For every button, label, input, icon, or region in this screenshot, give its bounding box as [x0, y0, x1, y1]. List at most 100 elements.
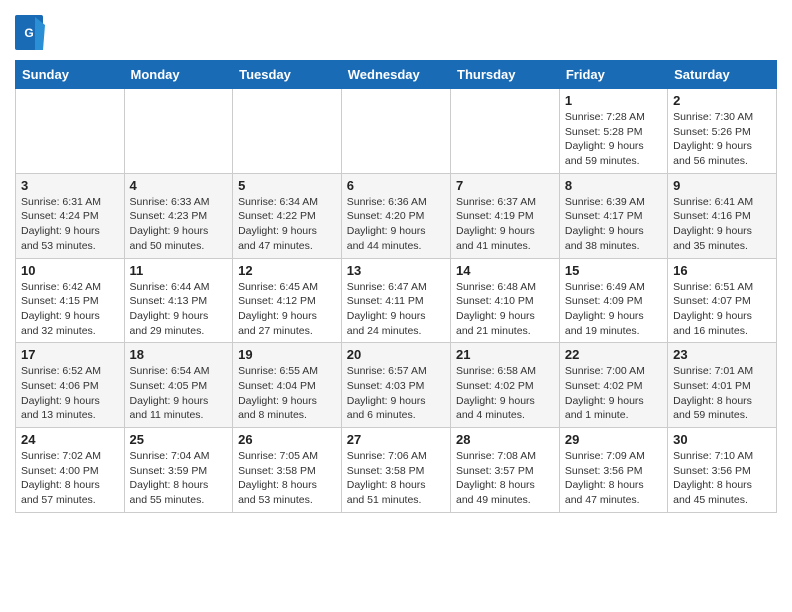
calendar-cell: 20 Sunrise: 6:57 AM Sunset: 4:03 PM Dayli… — [341, 343, 450, 428]
day-number: 22 — [565, 347, 662, 362]
day-info: Sunrise: 6:55 AM Sunset: 4:04 PM Dayligh… — [238, 364, 336, 423]
weekday-header-sunday: Sunday — [16, 61, 125, 89]
calendar-cell — [16, 89, 125, 174]
calendar-cell: 26 Sunrise: 7:05 AM Sunset: 3:58 PM Dayli… — [233, 428, 342, 513]
day-info: Sunrise: 6:34 AM Sunset: 4:22 PM Dayligh… — [238, 195, 336, 254]
calendar-cell: 29Sunrise: 7:09 AM Sunset: 3:56 PM Dayli… — [559, 428, 667, 513]
day-number: 26 — [238, 432, 336, 447]
calendar-cell: 27 Sunrise: 7:06 AM Sunset: 3:58 PM Dayli… — [341, 428, 450, 513]
calendar-cell: 13 Sunrise: 6:47 AM Sunset: 4:11 PM Dayli… — [341, 258, 450, 343]
day-number: 5 — [238, 178, 336, 193]
day-number: 8 — [565, 178, 662, 193]
calendar-cell: 28 Sunrise: 7:08 AM Sunset: 3:57 PM Dayli… — [451, 428, 560, 513]
calendar-cell: 14 Sunrise: 6:48 AM Sunset: 4:10 PM Dayli… — [451, 258, 560, 343]
calendar-cell: 18 Sunrise: 6:54 AM Sunset: 4:05 PM Dayli… — [124, 343, 233, 428]
calendar-cell — [124, 89, 233, 174]
day-info: Sunrise: 6:51 AM Sunset: 4:07 PM Dayligh… — [673, 280, 771, 339]
day-number: 17 — [21, 347, 119, 362]
day-number: 20 — [347, 347, 445, 362]
weekday-header-row: SundayMondayTuesdayWednesdayThursdayFrid… — [16, 61, 777, 89]
day-info: Sunrise: 7:08 AM Sunset: 3:57 PM Dayligh… — [456, 449, 554, 508]
day-info: Sunrise: 6:41 AM Sunset: 4:16 PM Dayligh… — [673, 195, 771, 254]
calendar-cell: 7 Sunrise: 6:37 AM Sunset: 4:19 PM Daylig… — [451, 173, 560, 258]
day-number: 9 — [673, 178, 771, 193]
day-info: Sunrise: 6:57 AM Sunset: 4:03 PM Dayligh… — [347, 364, 445, 423]
day-number: 4 — [130, 178, 228, 193]
page-header: G — [15, 10, 777, 50]
calendar-cell: 1Sunrise: 7:28 AM Sunset: 5:28 PM Daylig… — [559, 89, 667, 174]
day-info: Sunrise: 7:30 AM Sunset: 5:26 PM Dayligh… — [673, 110, 771, 169]
day-info: Sunrise: 7:28 AM Sunset: 5:28 PM Dayligh… — [565, 110, 662, 169]
day-info: Sunrise: 7:10 AM Sunset: 3:56 PM Dayligh… — [673, 449, 771, 508]
day-info: Sunrise: 7:01 AM Sunset: 4:01 PM Dayligh… — [673, 364, 771, 423]
weekday-header-wednesday: Wednesday — [341, 61, 450, 89]
calendar-cell — [451, 89, 560, 174]
day-number: 24 — [21, 432, 119, 447]
calendar-cell: 16 Sunrise: 6:51 AM Sunset: 4:07 PM Dayli… — [668, 258, 777, 343]
calendar-cell: 24 Sunrise: 7:02 AM Sunset: 4:00 PM Dayli… — [16, 428, 125, 513]
week-row-2: 3Sunrise: 6:31 AM Sunset: 4:24 PM Daylig… — [16, 173, 777, 258]
calendar-cell: 17 Sunrise: 6:52 AM Sunset: 4:06 PM Dayli… — [16, 343, 125, 428]
day-number: 16 — [673, 263, 771, 278]
day-info: Sunrise: 6:31 AM Sunset: 4:24 PM Dayligh… — [21, 195, 119, 254]
calendar-cell: 10Sunrise: 6:42 AM Sunset: 4:15 PM Dayli… — [16, 258, 125, 343]
calendar-cell: 12Sunrise: 6:45 AM Sunset: 4:12 PM Dayli… — [233, 258, 342, 343]
calendar-cell: 6 Sunrise: 6:36 AM Sunset: 4:20 PM Daylig… — [341, 173, 450, 258]
day-info: Sunrise: 6:37 AM Sunset: 4:19 PM Dayligh… — [456, 195, 554, 254]
week-row-1: 1Sunrise: 7:28 AM Sunset: 5:28 PM Daylig… — [16, 89, 777, 174]
day-number: 11 — [130, 263, 228, 278]
day-info: Sunrise: 6:47 AM Sunset: 4:11 PM Dayligh… — [347, 280, 445, 339]
calendar-cell: 5 Sunrise: 6:34 AM Sunset: 4:22 PM Daylig… — [233, 173, 342, 258]
day-number: 6 — [347, 178, 445, 193]
calendar-cell: 21 Sunrise: 6:58 AM Sunset: 4:02 PM Dayli… — [451, 343, 560, 428]
calendar-cell: 8 Sunrise: 6:39 AM Sunset: 4:17 PM Daylig… — [559, 173, 667, 258]
calendar-cell: 30 Sunrise: 7:10 AM Sunset: 3:56 PM Dayli… — [668, 428, 777, 513]
day-info: Sunrise: 6:52 AM Sunset: 4:06 PM Dayligh… — [21, 364, 119, 423]
day-info: Sunrise: 6:33 AM Sunset: 4:23 PM Dayligh… — [130, 195, 228, 254]
svg-text:G: G — [24, 26, 33, 40]
weekday-header-saturday: Saturday — [668, 61, 777, 89]
calendar-cell — [233, 89, 342, 174]
day-number: 13 — [347, 263, 445, 278]
logo: G — [15, 15, 49, 50]
logo-icon: G — [15, 15, 45, 50]
day-info: Sunrise: 6:36 AM Sunset: 4:20 PM Dayligh… — [347, 195, 445, 254]
day-info: Sunrise: 6:45 AM Sunset: 4:12 PM Dayligh… — [238, 280, 336, 339]
weekday-header-tuesday: Tuesday — [233, 61, 342, 89]
day-info: Sunrise: 7:09 AM Sunset: 3:56 PM Dayligh… — [565, 449, 662, 508]
week-row-3: 10Sunrise: 6:42 AM Sunset: 4:15 PM Dayli… — [16, 258, 777, 343]
day-number: 2 — [673, 93, 771, 108]
day-info: Sunrise: 6:44 AM Sunset: 4:13 PM Dayligh… — [130, 280, 228, 339]
day-number: 15 — [565, 263, 662, 278]
calendar-cell: 19 Sunrise: 6:55 AM Sunset: 4:04 PM Dayli… — [233, 343, 342, 428]
weekday-header-thursday: Thursday — [451, 61, 560, 89]
day-info: Sunrise: 7:02 AM Sunset: 4:00 PM Dayligh… — [21, 449, 119, 508]
day-number: 14 — [456, 263, 554, 278]
day-number: 19 — [238, 347, 336, 362]
day-info: Sunrise: 6:54 AM Sunset: 4:05 PM Dayligh… — [130, 364, 228, 423]
day-number: 21 — [456, 347, 554, 362]
day-number: 7 — [456, 178, 554, 193]
day-info: Sunrise: 6:49 AM Sunset: 4:09 PM Dayligh… — [565, 280, 662, 339]
weekday-header-friday: Friday — [559, 61, 667, 89]
day-info: Sunrise: 7:05 AM Sunset: 3:58 PM Dayligh… — [238, 449, 336, 508]
day-info: Sunrise: 6:48 AM Sunset: 4:10 PM Dayligh… — [456, 280, 554, 339]
day-number: 25 — [130, 432, 228, 447]
calendar-cell: 22Sunrise: 7:00 AM Sunset: 4:02 PM Dayli… — [559, 343, 667, 428]
day-info: Sunrise: 6:58 AM Sunset: 4:02 PM Dayligh… — [456, 364, 554, 423]
day-number: 30 — [673, 432, 771, 447]
calendar-table: SundayMondayTuesdayWednesdayThursdayFrid… — [15, 60, 777, 513]
day-number: 27 — [347, 432, 445, 447]
weekday-header-monday: Monday — [124, 61, 233, 89]
day-number: 23 — [673, 347, 771, 362]
calendar-cell: 4 Sunrise: 6:33 AM Sunset: 4:23 PM Daylig… — [124, 173, 233, 258]
calendar-cell: 3Sunrise: 6:31 AM Sunset: 4:24 PM Daylig… — [16, 173, 125, 258]
calendar-cell: 25Sunrise: 7:04 AM Sunset: 3:59 PM Dayli… — [124, 428, 233, 513]
week-row-4: 17 Sunrise: 6:52 AM Sunset: 4:06 PM Dayli… — [16, 343, 777, 428]
day-number: 28 — [456, 432, 554, 447]
day-info: Sunrise: 7:06 AM Sunset: 3:58 PM Dayligh… — [347, 449, 445, 508]
day-number: 18 — [130, 347, 228, 362]
week-row-5: 24 Sunrise: 7:02 AM Sunset: 4:00 PM Dayli… — [16, 428, 777, 513]
calendar-cell: 2 Sunrise: 7:30 AM Sunset: 5:26 PM Daylig… — [668, 89, 777, 174]
day-info: Sunrise: 6:39 AM Sunset: 4:17 PM Dayligh… — [565, 195, 662, 254]
